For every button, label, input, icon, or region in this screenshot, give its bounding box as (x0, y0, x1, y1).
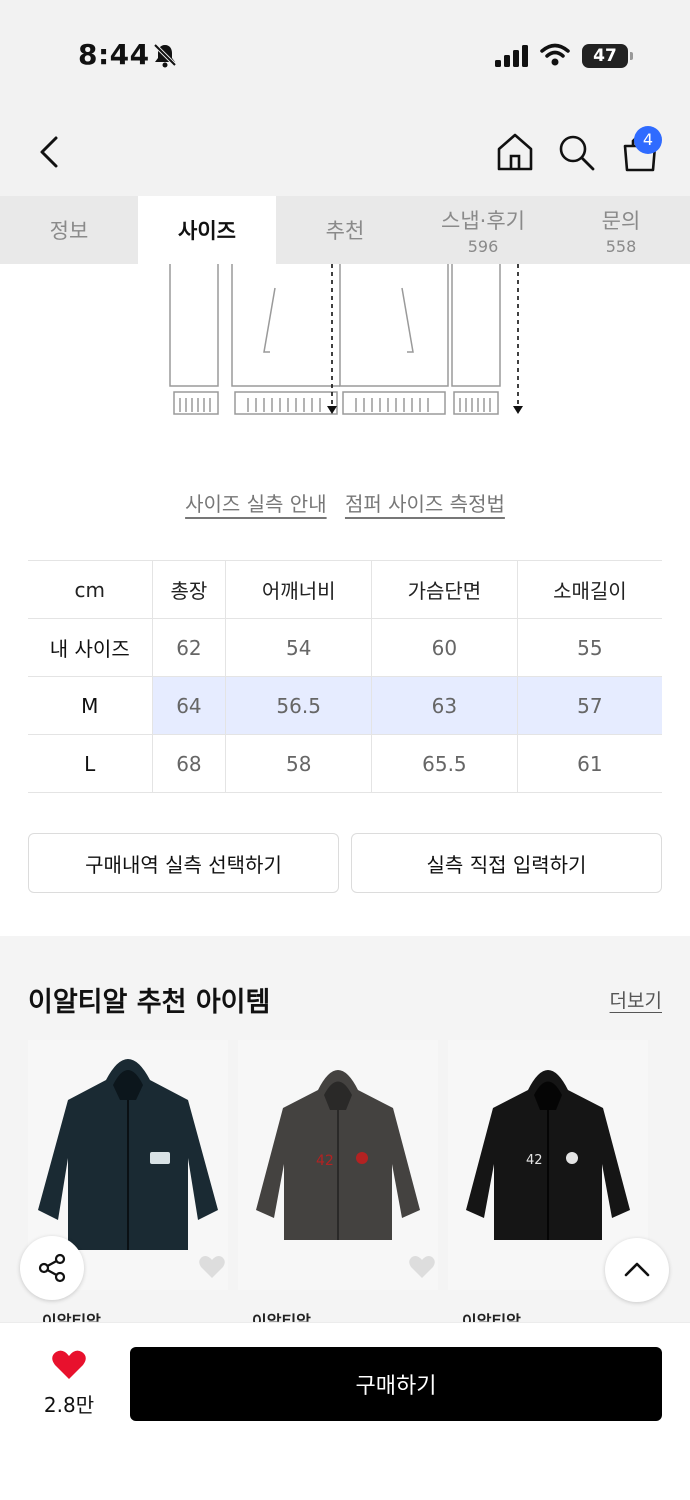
app-header (0, 110, 690, 196)
section-title: 이알티알 추천 아이템 (28, 987, 271, 1018)
column-header: cm (28, 560, 152, 619)
tab-label: 스냅·후기 (441, 208, 525, 233)
table-row: 내 사이즈 62 54 60 55 (28, 618, 662, 677)
table-cell: 56.5 (225, 676, 372, 735)
tab-label: 정보 (49, 219, 89, 243)
column-header: 소매길이 (516, 560, 662, 619)
jumper-measure-method-link[interactable]: 점퍼 사이즈 측정법 (345, 492, 505, 516)
column-header: 가슴단면 (371, 560, 518, 619)
more-link[interactable]: 더보기 (610, 986, 662, 1013)
back-arrow-icon[interactable] (34, 134, 66, 170)
wifi-icon (540, 43, 570, 66)
signal-icon (495, 45, 528, 67)
chevron-up-icon (624, 1262, 650, 1277)
buy-button[interactable]: 구매하기 (130, 1347, 662, 1421)
heart-filled-icon (52, 1350, 86, 1379)
table-cell: 63 (371, 676, 518, 735)
table-header-row: cm 총장 어깨너비 가슴단면 소매길이 (28, 560, 662, 619)
tab-info[interactable]: 정보 (0, 196, 138, 264)
share-icon (38, 1253, 66, 1283)
home-icon[interactable] (496, 132, 534, 172)
search-icon[interactable] (556, 132, 596, 172)
table-cell: 62 (151, 618, 226, 677)
recommended-section: 이알티알 추천 아이템 더보기 이알티알 (0, 936, 690, 1336)
column-header: 총장 (151, 560, 226, 619)
hoodie-image: 42 (256, 1070, 420, 1240)
tab-count: 596 (467, 236, 499, 256)
status-bar: 8:44 47 (0, 0, 690, 110)
tab-snap-review[interactable]: 스냅·후기 596 (414, 196, 552, 264)
column-header: 어깨너비 (225, 560, 372, 619)
tab-recommend[interactable]: 추천 (276, 196, 414, 264)
row-label: L (28, 734, 152, 793)
jacket-size-diagram (169, 264, 523, 415)
manual-measure-input-button[interactable]: 실측 직접 입력하기 (351, 833, 662, 893)
row-label: 내 사이즈 (28, 618, 152, 677)
table-cell: 64 (151, 676, 226, 735)
tab-count: 558 (605, 236, 637, 256)
tab-size[interactable]: 사이즈 (138, 196, 276, 264)
size-table: cm 총장 어깨너비 가슴단면 소매길이 내 사이즈 62 54 60 55 M… (28, 560, 662, 793)
like-count: 2.8만 (43, 1393, 95, 1417)
table-cell: 54 (225, 618, 372, 677)
svg-text:42: 42 (526, 1153, 543, 1168)
table-row-highlighted: M 64 56.5 63 57 (28, 676, 662, 735)
bell-off-icon (153, 43, 177, 68)
battery-indicator: 47 (582, 44, 633, 68)
table-cell: 68 (151, 734, 226, 793)
size-measure-guide-link[interactable]: 사이즈 실측 안내 (185, 492, 327, 516)
table-cell: 57 (516, 676, 662, 735)
heart-outline-icon[interactable] (198, 1254, 226, 1280)
product-card[interactable]: 42 이알티알 (238, 1040, 438, 1340)
product-carousel: 이알티알 42 이알티알 (28, 1040, 690, 1331)
scroll-top-button[interactable] (605, 1238, 669, 1302)
tab-label: 추천 (325, 219, 365, 243)
tab-label: 문의 (601, 208, 641, 233)
bottom-action-bar: 2.8만 구매하기 (0, 1322, 690, 1500)
like-button[interactable]: 2.8만 (30, 1349, 108, 1418)
table-cell: 58 (225, 734, 372, 793)
share-button[interactable] (20, 1236, 84, 1300)
product-tabs: 정보 사이즈 추천 스냅·후기 596 문의 558 (0, 196, 690, 264)
status-time: 8:44 (78, 38, 150, 71)
cart-count-badge: 4 (634, 126, 662, 154)
tab-inquiry[interactable]: 문의 558 (552, 196, 690, 264)
tab-label: 사이즈 (178, 219, 236, 243)
table-cell: 60 (371, 618, 518, 677)
product-image[interactable]: 42 (238, 1040, 438, 1290)
table-row: L 68 58 65.5 61 (28, 734, 662, 793)
row-label: M (28, 676, 152, 735)
table-cell: 65.5 (371, 734, 518, 793)
svg-text:42: 42 (316, 1153, 334, 1169)
table-cell: 61 (516, 734, 662, 793)
size-guide-links: 사이즈 실측 안내 점퍼 사이즈 측정법 (0, 488, 690, 517)
select-purchase-history-button[interactable]: 구매내역 실측 선택하기 (28, 833, 339, 893)
table-cell: 55 (516, 618, 662, 677)
heart-outline-icon[interactable] (408, 1254, 436, 1280)
